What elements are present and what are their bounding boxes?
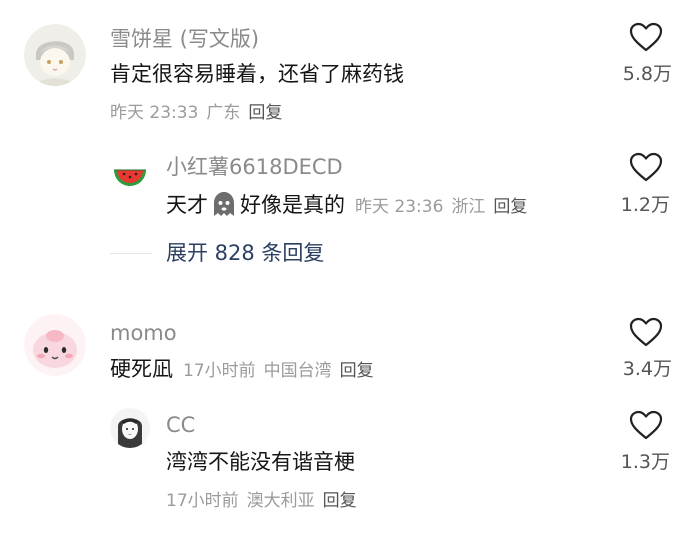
reply-text-part: 天才	[166, 193, 208, 217]
like-button[interactable]	[629, 152, 663, 182]
comment-author[interactable]: momo	[110, 320, 177, 346]
comment-time: 17小时前	[183, 361, 256, 381]
comment-meta: 17小时前 中国台湾 回复	[183, 361, 374, 381]
cartoon-boy-avatar-icon	[24, 24, 86, 86]
comment-text: 肯定很容易睡着，还省了麻药钱	[110, 62, 404, 86]
avatar[interactable]	[24, 24, 86, 86]
heart-outline-icon	[629, 410, 663, 440]
reply-time: 昨天 23:36	[355, 197, 444, 217]
avatar[interactable]	[110, 152, 150, 192]
comment-text: 硬死凪 17小时前 中国台湾 回复	[110, 355, 374, 385]
reply-author[interactable]: CC	[166, 412, 195, 438]
like-button[interactable]	[629, 22, 663, 52]
reply-location: 浙江	[451, 197, 486, 217]
like-count: 5.8万	[622, 63, 672, 85]
comment-time: 昨天 23:33	[110, 103, 199, 123]
comment-location: 广东	[206, 103, 241, 123]
heart-outline-icon	[629, 317, 663, 347]
like-count: 3.4万	[622, 358, 672, 380]
like-button[interactable]	[629, 317, 663, 347]
expand-replies-link[interactable]: 展开 828 条回复	[166, 240, 324, 266]
like-count: 1.3万	[620, 451, 670, 473]
watermelon-avatar-icon	[110, 152, 150, 192]
reply-time: 17小时前	[166, 491, 239, 511]
reply-text-part: 好像是真的	[240, 193, 345, 217]
reply-button[interactable]: 回复	[340, 361, 374, 381]
reply-meta: 昨天 23:36 浙江 回复	[355, 197, 527, 217]
heart-outline-icon	[629, 22, 663, 52]
ghost-emoji-icon	[214, 192, 234, 216]
pink-blob-avatar-icon	[24, 314, 86, 376]
reply-author[interactable]: 小红薯6618DECD	[166, 154, 343, 180]
reply-location: 澳大利亚	[246, 491, 315, 511]
avatar[interactable]	[24, 314, 86, 376]
reply-text: 天才 好像是真的 昨天 23:36 浙江 回复	[166, 190, 527, 221]
like-count: 1.2万	[620, 194, 670, 216]
reply-text: 湾湾不能没有谐音梗	[166, 450, 355, 474]
reply-button[interactable]: 回复	[248, 103, 282, 123]
avatar[interactable]	[110, 408, 150, 448]
expand-divider	[110, 253, 152, 254]
comment-text-body: 硬死凪	[110, 357, 173, 381]
heart-outline-icon	[629, 152, 663, 182]
reply-meta: 17小时前 澳大利亚 回复	[166, 490, 357, 512]
comment-location: 中国台湾	[263, 361, 332, 381]
sketch-girl-avatar-icon	[110, 408, 150, 448]
comment-author[interactable]: 雪饼星 (写文版)	[110, 26, 259, 52]
reply-button[interactable]: 回复	[493, 197, 527, 217]
like-button[interactable]	[629, 410, 663, 440]
reply-button[interactable]: 回复	[323, 491, 357, 511]
comment-meta: 昨天 23:33 广东 回复	[110, 102, 282, 124]
